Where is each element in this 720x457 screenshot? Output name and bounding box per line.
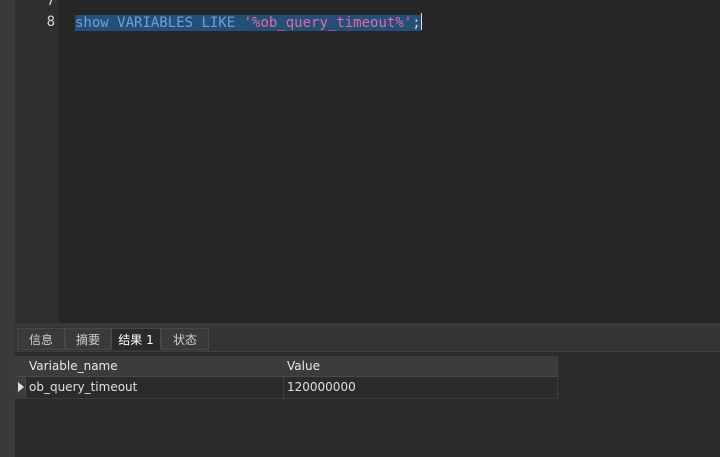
column-header-value[interactable]: Value (284, 356, 558, 376)
keyword-show: show (75, 15, 109, 31)
sql-editor-window: 7 8 show VARIABLES LIKE '%ob_query_timeo… (0, 0, 720, 457)
sql-editor[interactable]: 7 8 show VARIABLES LIKE '%ob_query_timeo… (15, 0, 720, 323)
row-selector[interactable] (15, 377, 26, 398)
tab-result-1[interactable]: 结果 1 (111, 328, 161, 350)
cell-value[interactable]: 120000000 (284, 377, 558, 398)
selected-sql-text[interactable]: show VARIABLES LIKE '%ob_query_timeout%'… (75, 15, 421, 31)
text-caret (420, 13, 422, 30)
result-grid: Variable_name Value ob_query_timeout 120… (15, 352, 720, 457)
left-panel-edge (0, 0, 15, 457)
grid-header-row: Variable_name Value (15, 356, 558, 377)
keyword-variables: VARIABLES (117, 15, 194, 31)
line-number-gutter: 7 8 (15, 0, 59, 323)
column-header-variable-name[interactable]: Variable_name (26, 356, 284, 376)
statement-terminator: ; (412, 15, 421, 31)
code-line-8[interactable]: show VARIABLES LIKE '%ob_query_timeout%'… (75, 13, 422, 32)
line-number-8: 8 (46, 14, 55, 30)
cell-variable-name[interactable]: ob_query_timeout (26, 377, 284, 398)
triangle-right-icon (18, 382, 24, 392)
keyword-like: LIKE (201, 15, 236, 31)
line-number-7: 7 (46, 0, 55, 9)
code-area[interactable]: show VARIABLES LIKE '%ob_query_timeout%'… (59, 0, 720, 323)
tab-info[interactable]: 信息 (17, 328, 65, 350)
tab-summary[interactable]: 摘要 (65, 328, 111, 350)
tab-status[interactable]: 状态 (161, 328, 209, 350)
string-literal: '%ob_query_timeout%' (243, 15, 413, 31)
table-row[interactable]: ob_query_timeout 120000000 (15, 377, 558, 399)
result-tab-bar: 信息 摘要 结果 1 状态 (15, 327, 720, 352)
